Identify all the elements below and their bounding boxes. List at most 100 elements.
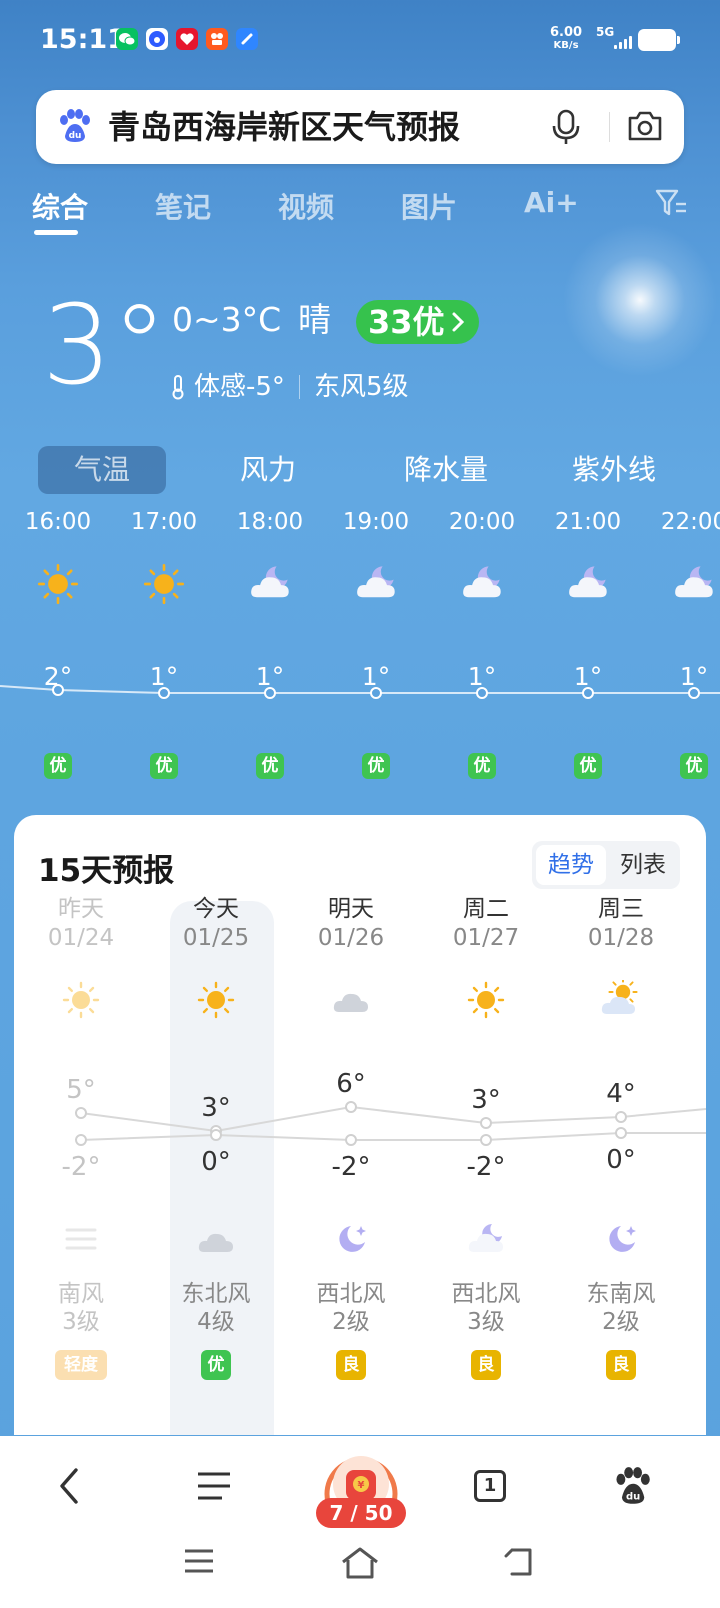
- metric-tab-temperature[interactable]: 气温: [38, 446, 166, 494]
- forecast-wind: 东北风 4级: [181, 1281, 251, 1335]
- hour-aqi-badge: 优: [150, 753, 178, 779]
- forecast-day: 周二: [463, 896, 509, 922]
- forecast-date: 01/24: [47, 925, 115, 951]
- toggle-trend[interactable]: 趋势: [536, 845, 606, 885]
- high-dot: [75, 1107, 87, 1119]
- blue-app-icon: [236, 28, 258, 50]
- system-home-icon[interactable]: [340, 1546, 380, 1580]
- red-heart-app-icon: [176, 28, 198, 50]
- forecast-aqi-badge: 优: [201, 1350, 231, 1380]
- forecast-low: -2°: [331, 1152, 371, 1182]
- sun-icon: [196, 980, 236, 1024]
- chevron-right-icon: [452, 312, 464, 332]
- sun-icon: [466, 980, 506, 1024]
- aqi-value: 33优: [368, 303, 445, 341]
- hour-time: 21:00: [554, 509, 622, 535]
- forecast-wind: 西北风 2级: [316, 1281, 386, 1335]
- hour-temp-dot: [582, 687, 594, 699]
- hour-aqi-badge: 优: [574, 753, 602, 779]
- microphone-icon[interactable]: [548, 108, 584, 146]
- moon-star-icon: [601, 1220, 641, 1264]
- tab-video[interactable]: 视频: [278, 186, 334, 226]
- forecast-high: 3°: [471, 1085, 501, 1115]
- camera-icon[interactable]: [626, 108, 664, 144]
- hourly-temp-line: [0, 685, 720, 694]
- hour-time: 18:00: [236, 509, 304, 535]
- hour-aqi-badge: 优: [44, 753, 72, 779]
- forecast-wind: 南风 3级: [58, 1281, 104, 1335]
- search-bar[interactable]: du 青岛西海岸新区天气预报: [36, 90, 684, 164]
- forecast-date: 01/28: [587, 925, 655, 951]
- baidu-home-icon[interactable]: du: [612, 1466, 652, 1506]
- forecast-day: 昨天: [58, 896, 104, 922]
- hour-aqi-badge: 优: [680, 753, 708, 779]
- forecast-high: 4°: [606, 1079, 636, 1109]
- baidu-paw-icon: du: [60, 109, 90, 142]
- metric-tab-uv[interactable]: 紫外线: [548, 446, 680, 494]
- forecast-date: 01/27: [452, 925, 520, 951]
- moon-cloud-icon: [466, 1220, 506, 1264]
- forecast-aqi-badge: 良: [471, 1350, 501, 1380]
- metric-tab-precip[interactable]: 降水量: [380, 446, 512, 494]
- wechat-icon: [116, 28, 138, 50]
- forecast-high: 3°: [201, 1093, 231, 1123]
- moon-cloud-icon: [566, 562, 610, 602]
- aqi-badge[interactable]: 33优: [356, 300, 479, 344]
- moon-cloud-icon: [460, 562, 504, 602]
- filter-icon[interactable]: [654, 186, 688, 220]
- svg-text:du: du: [626, 1491, 640, 1502]
- hour-temp-dot: [158, 687, 170, 699]
- system-menu-icon[interactable]: [182, 1546, 216, 1576]
- forecast-aqi-badge: 良: [606, 1350, 636, 1380]
- hour-aqi-badge: 优: [362, 753, 390, 779]
- search-input[interactable]: 青岛西海岸新区天气预报: [108, 104, 460, 150]
- forecast-date: 01/25: [182, 925, 250, 951]
- sun-glow: [540, 220, 720, 380]
- hour-temp-dot: [476, 687, 488, 699]
- hour-aqi-badge: 优: [256, 753, 284, 779]
- search-divider: [609, 112, 610, 142]
- high-dot: [615, 1111, 627, 1123]
- tab-active-indicator: [34, 230, 78, 235]
- current-wind: 东风5级: [313, 372, 409, 402]
- status-time: 15:11: [40, 24, 126, 55]
- moon-cloud-icon: [248, 562, 292, 602]
- hour-time: 20:00: [448, 509, 516, 535]
- tab-comprehensive[interactable]: 综合: [32, 186, 88, 226]
- sun-cloud-icon: [601, 977, 641, 1024]
- tab-count-button[interactable]: 1: [474, 1470, 506, 1502]
- hour-temp-dot: [264, 687, 276, 699]
- haze-icon: [61, 1220, 101, 1264]
- forecast-low: 0°: [201, 1147, 231, 1177]
- forecast-wind: 东南风 2级: [586, 1281, 656, 1335]
- net-speed: 6.00 KB/s: [550, 25, 583, 51]
- reward-count: 7 / 50: [316, 1498, 406, 1528]
- system-back-icon[interactable]: [502, 1546, 536, 1578]
- menu-icon[interactable]: [194, 1466, 234, 1506]
- forecast-date: 01/26: [317, 925, 385, 951]
- tab-notes[interactable]: 笔记: [155, 186, 211, 226]
- forecast-day: 今天: [193, 896, 239, 922]
- hour-aqi-badge: 优: [468, 753, 496, 779]
- sun-icon: [61, 980, 101, 1024]
- toggle-list[interactable]: 列表: [608, 845, 678, 885]
- thermometer-icon: [172, 375, 184, 400]
- forecast-aqi-badge: 良: [336, 1350, 366, 1380]
- svg-text:¥: ¥: [358, 1480, 365, 1491]
- moon-star-icon: [331, 1220, 371, 1264]
- hour-temp-dot: [370, 687, 382, 699]
- high-dot: [480, 1117, 492, 1129]
- metric-tab-wind[interactable]: 风力: [216, 446, 320, 494]
- view-toggle[interactable]: 趋势 列表: [532, 841, 680, 889]
- forecast-low: -2°: [61, 1152, 101, 1182]
- back-icon[interactable]: [54, 1466, 86, 1506]
- tab-ai[interactable]: Ai+: [524, 186, 579, 219]
- weather-condition: 晴: [298, 300, 331, 339]
- current-temperature: 3°: [42, 281, 167, 409]
- moon-cloud-icon: [354, 562, 398, 602]
- network-type: 5G: [596, 25, 615, 39]
- tab-images[interactable]: 图片: [401, 186, 457, 226]
- svg-text:du: du: [69, 131, 82, 141]
- feels-like: 体感-5°: [194, 372, 285, 402]
- low-dot: [615, 1127, 627, 1139]
